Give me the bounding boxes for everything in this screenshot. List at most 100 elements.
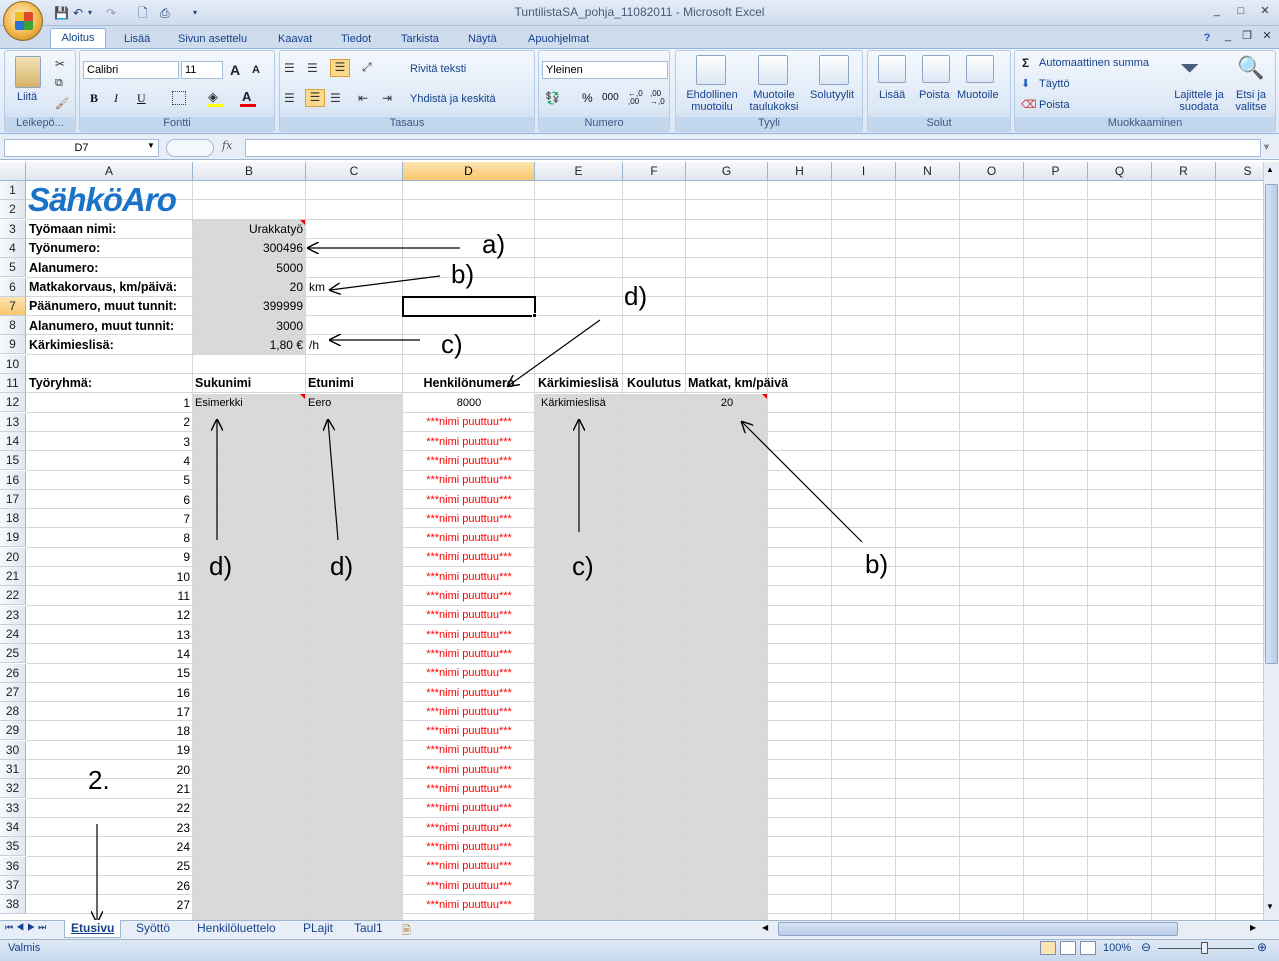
- scroll-right-icon[interactable]: ▶: [1250, 923, 1256, 932]
- align-top-icon[interactable]: ☰: [284, 61, 295, 75]
- tab-tarkista[interactable]: Tarkista: [401, 30, 439, 48]
- format-painter-icon[interactable]: 🖌: [55, 97, 69, 110]
- name-box[interactable]: D7: [4, 139, 159, 157]
- align-bottom-icon[interactable]: ☰: [330, 59, 350, 77]
- scroll-left-icon[interactable]: ◀: [762, 923, 768, 932]
- currency-icon[interactable]: 💱: [545, 91, 560, 105]
- align-left-icon[interactable]: ☰: [284, 91, 295, 105]
- horizontal-scroll-thumb[interactable]: [778, 922, 1178, 936]
- find-select-icon[interactable]: 🔍: [1237, 55, 1264, 81]
- underline-button[interactable]: U: [137, 91, 146, 106]
- tab-kaavat[interactable]: Kaavat: [278, 30, 312, 48]
- format-as-table-button[interactable]: Muotoile taulukoksi: [742, 89, 806, 113]
- orientation-icon[interactable]: ⤢: [362, 60, 372, 75]
- zoom-in-icon[interactable]: ⊕: [1257, 940, 1267, 954]
- bold-button[interactable]: B: [90, 91, 98, 106]
- insert-cells-button[interactable]: Lisää: [879, 89, 905, 101]
- italic-button[interactable]: I: [114, 91, 118, 106]
- group-number: Yleinen 💱 % 000 ←,0,00 ,00 →,0 Numero: [538, 50, 670, 132]
- cell-styles-icon[interactable]: [819, 55, 849, 85]
- group-alignment: ☰ ☰ ☰ ⤢ Rivitä teksti ☰ ☰ ☰ ⇤ ⇥ Yhdistä …: [279, 50, 535, 132]
- conditional-format-button[interactable]: Ehdollinen muotoilu: [682, 89, 742, 113]
- sort-filter-button[interactable]: Lajittele ja suodata: [1170, 89, 1228, 113]
- tab-tiedot[interactable]: Tiedot: [341, 30, 371, 48]
- clear-button[interactable]: Poista: [1039, 99, 1070, 111]
- scroll-up-icon[interactable]: ▲: [1266, 165, 1274, 174]
- fill-icon[interactable]: ⬇: [1021, 77, 1030, 90]
- horizontal-scrollbar[interactable]: ◀ ▶: [760, 921, 1263, 938]
- borders-icon[interactable]: [172, 91, 186, 105]
- delete-cells-button[interactable]: Poista: [919, 89, 950, 101]
- tab-apuohjelmat[interactable]: Apuohjelmat: [528, 30, 589, 48]
- tab-sivun-asettelu[interactable]: Sivun asettelu: [178, 30, 247, 48]
- increase-indent-icon[interactable]: ⇥: [382, 91, 392, 105]
- close-button[interactable]: ✕: [1254, 3, 1276, 19]
- doc-close-button[interactable]: ✕: [1256, 28, 1278, 44]
- zoom-level[interactable]: 100%: [1103, 942, 1131, 954]
- font-size-combo[interactable]: 11: [181, 61, 223, 79]
- format-cells-button[interactable]: Muotoile: [957, 89, 999, 101]
- page-break-view-icon[interactable]: [1080, 941, 1096, 955]
- sheet-tab-plajit[interactable]: PLajit: [297, 920, 339, 938]
- percent-button[interactable]: %: [582, 91, 593, 105]
- page-layout-view-icon[interactable]: [1060, 941, 1076, 955]
- grow-font-button[interactable]: A: [230, 62, 240, 78]
- number-format-combo[interactable]: Yleinen: [542, 61, 668, 79]
- sort-filter-icon[interactable]: ⏷: [1180, 55, 1199, 83]
- conditional-format-icon[interactable]: [696, 55, 726, 85]
- align-middle-icon[interactable]: ☰: [307, 61, 318, 75]
- cut-icon[interactable]: ✂: [55, 57, 65, 71]
- tab-lisaa[interactable]: Lisää: [124, 30, 150, 48]
- expand-formula-icon[interactable]: ⩔: [1264, 141, 1269, 152]
- fill-color-icon[interactable]: ◈: [208, 89, 218, 105]
- increase-decimal-icon[interactable]: ←,0,00: [628, 90, 643, 106]
- decrease-indent-icon[interactable]: ⇤: [358, 91, 368, 105]
- group-styles: Ehdollinen muotoilu Muotoile taulukoksi …: [675, 50, 863, 132]
- office-button[interactable]: [3, 1, 43, 41]
- sheet-tab-syotto[interactable]: Syöttö: [130, 920, 176, 938]
- sheet-tab-taul1[interactable]: Taul1: [348, 920, 389, 938]
- scroll-down-icon[interactable]: ▼: [1266, 902, 1274, 911]
- maximize-button[interactable]: □: [1230, 3, 1252, 19]
- shrink-font-button[interactable]: A: [252, 64, 260, 76]
- zoom-out-icon[interactable]: ⊖: [1141, 940, 1151, 954]
- delete-cells-icon[interactable]: [922, 55, 950, 83]
- minimize-button[interactable]: _: [1206, 3, 1228, 19]
- font-color-button[interactable]: A: [242, 89, 251, 104]
- align-center-icon[interactable]: ☰: [305, 89, 325, 107]
- decrease-decimal-icon[interactable]: ,00 →,0: [650, 90, 665, 106]
- cell-styles-button[interactable]: Solutyylit: [810, 89, 854, 101]
- tab-aloitus[interactable]: Aloitus: [50, 28, 106, 49]
- formula-input[interactable]: [245, 139, 1261, 157]
- zoom-slider-thumb[interactable]: [1201, 942, 1208, 954]
- autosum-button[interactable]: Automaattinen summa: [1039, 57, 1149, 69]
- align-right-icon[interactable]: ☰: [330, 91, 341, 105]
- font-name-combo[interactable]: Calibri: [83, 61, 179, 79]
- thousands-button[interactable]: 000: [602, 92, 619, 103]
- insert-function-button[interactable]: fx: [222, 139, 232, 152]
- normal-view-icon[interactable]: [1040, 941, 1056, 955]
- wrap-text-button[interactable]: Rivitä teksti: [410, 63, 466, 75]
- clear-icon[interactable]: ⌫: [1021, 98, 1037, 111]
- help-icon[interactable]: ?: [1196, 30, 1218, 46]
- vertical-scrollbar[interactable]: ▲ ▼: [1263, 162, 1279, 920]
- merge-center-button[interactable]: Yhdistä ja keskitä: [410, 93, 496, 105]
- tab-scroll-buttons[interactable]: ⏮◀▶⏭: [5, 922, 49, 933]
- arrow-d-etunimi: [328, 420, 339, 541]
- copy-icon[interactable]: ⧉: [55, 77, 63, 90]
- worksheet-grid[interactable]: ABCDEFGHINOPQRS 1 2 3 4 5 6 7 8 9 10 11 12 13 14 15 16 1…: [0, 162, 1263, 920]
- doc-restore-button[interactable]: ❐: [1236, 28, 1258, 44]
- name-box-dropdown-icon[interactable]: ▼: [147, 141, 155, 150]
- fill-button[interactable]: Täyttö: [1039, 78, 1070, 90]
- tab-nayta[interactable]: Näytä: [468, 30, 497, 48]
- insert-cells-icon[interactable]: [878, 55, 906, 83]
- sheet-tab-etusivu[interactable]: Etusivu: [64, 920, 122, 938]
- vertical-scroll-thumb[interactable]: [1265, 184, 1278, 664]
- paste-button[interactable]: Liitä: [17, 91, 37, 103]
- format-as-table-icon[interactable]: [758, 55, 788, 85]
- sheet-tab-henkiloluettelo[interactable]: Henkilöluettelo: [191, 920, 282, 938]
- format-cells-icon[interactable]: [966, 55, 994, 83]
- autosum-icon[interactable]: Σ: [1022, 56, 1029, 70]
- find-select-button[interactable]: Etsi ja valitse: [1231, 89, 1271, 113]
- paste-icon[interactable]: [15, 56, 41, 88]
